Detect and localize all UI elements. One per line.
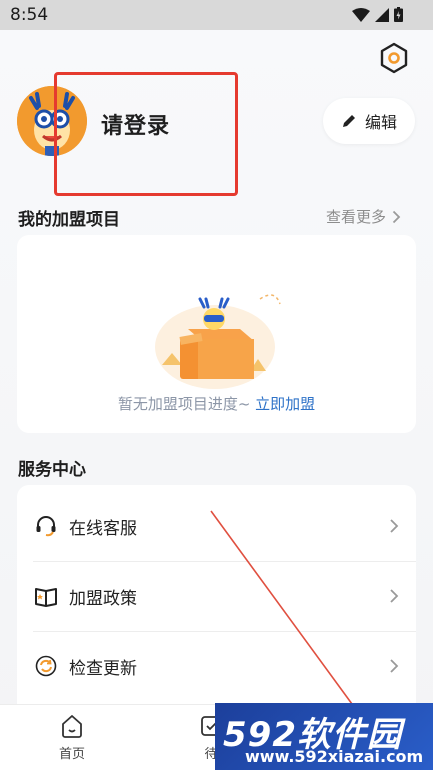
annotation-arrow (210, 510, 353, 705)
watermark-url: www.592xiazai.com (245, 747, 424, 766)
home-icon (62, 715, 82, 738)
site-watermark: 592软件园 www.592xiazai.com (215, 703, 433, 770)
tab-label: 首页 (58, 747, 85, 762)
tab-home[interactable]: 首页 (37, 713, 107, 762)
